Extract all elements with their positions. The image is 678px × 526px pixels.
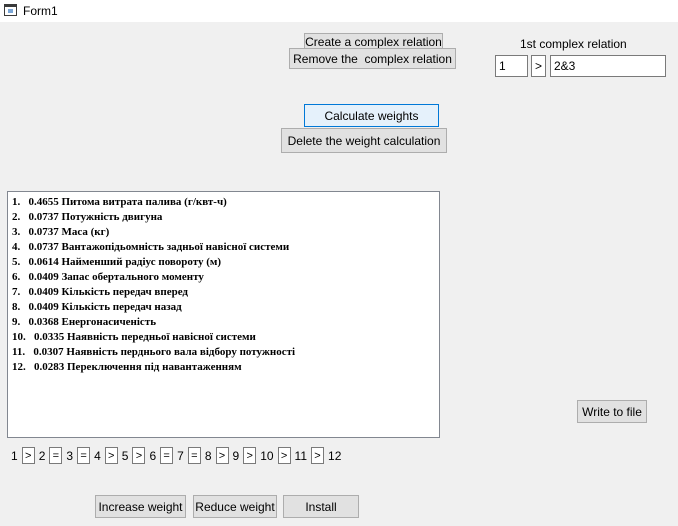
list-item[interactable]: 10. 0.0335 Наявність передньої навісної …: [12, 330, 439, 345]
window-title: Form1: [23, 4, 58, 18]
sequence-number: 4: [94, 448, 101, 463]
reduce-weight-button[interactable]: Reduce weight: [193, 495, 277, 518]
relation-left-input[interactable]: 1: [495, 55, 528, 77]
list-item[interactable]: 4. 0.0737 Вантажопідьомність задньої нав…: [12, 240, 439, 255]
sequence-operator-field[interactable]: >: [104, 447, 118, 464]
list-item[interactable]: 3. 0.0737 Маса (кг): [12, 225, 439, 240]
sequence-number: 3: [66, 448, 74, 463]
criteria-order-sequence: 1 > 2 = 3 = 4 > 5 > 6 = 7 = 8 > 9 > 10 >…: [8, 446, 344, 465]
list-item[interactable]: 12. 0.0283 Переключення під навантаження…: [12, 360, 439, 375]
sequence-number: 8: [204, 448, 212, 463]
list-item[interactable]: 9. 0.0368 Енергонасиченість: [12, 315, 439, 330]
sequence-number: 12: [328, 448, 342, 463]
list-item[interactable]: 7. 0.0409 Кількість передач вперед: [12, 285, 439, 300]
sequence-number: 10: [260, 448, 274, 463]
sequence-operator-field[interactable]: >: [243, 447, 257, 464]
sequence-number: 2: [38, 448, 46, 463]
list-item[interactable]: 2. 0.0737 Потужність двигуна: [12, 210, 439, 225]
write-to-file-button[interactable]: Write to file: [577, 400, 647, 423]
list-item[interactable]: 5. 0.0614 Найменший радіус повороту (м): [12, 255, 439, 270]
weights-result-list[interactable]: 1. 0.4655 Питома витрата палива (г/квт-ч…: [7, 191, 440, 438]
relation-operator-input[interactable]: >: [531, 55, 546, 77]
title-bar: Form1: [0, 0, 678, 22]
sequence-operator-field[interactable]: >: [132, 447, 146, 464]
sequence-number: 1: [11, 448, 18, 463]
sequence-number: 11: [294, 448, 308, 463]
list-item[interactable]: 1. 0.4655 Питома витрата палива (г/квт-ч…: [12, 195, 439, 210]
sequence-operator-field[interactable]: >: [215, 447, 229, 464]
sequence-operator-field[interactable]: =: [77, 447, 91, 464]
list-item[interactable]: 6. 0.0409 Запас обертального моменту: [12, 270, 439, 285]
calculate-weights-button[interactable]: Calculate weights: [304, 104, 439, 127]
delete-weight-calculation-button[interactable]: Delete the weight calculation: [281, 128, 447, 153]
relation-right-input[interactable]: 2&3: [550, 55, 666, 77]
list-item[interactable]: 8. 0.0409 Кількість передач назад: [12, 300, 439, 315]
sequence-number: 7: [177, 448, 184, 463]
sequence-operator-field[interactable]: >: [21, 447, 35, 464]
increase-weight-button[interactable]: Increase weight: [95, 495, 186, 518]
sequence-number: 9: [232, 448, 240, 463]
remove-relation-button[interactable]: Remove the complex relation: [289, 48, 456, 69]
sequence-number: 5: [121, 448, 129, 463]
relation-label: 1st complex relation: [520, 37, 627, 51]
sequence-operator-field[interactable]: >: [277, 447, 291, 464]
sequence-operator-field[interactable]: >: [311, 447, 325, 464]
list-item[interactable]: 11. 0.0307 Наявність перднього вала відб…: [12, 345, 439, 360]
sequence-operator-field[interactable]: =: [49, 447, 63, 464]
window-app-icon: [4, 4, 17, 16]
sequence-operator-field[interactable]: =: [187, 447, 201, 464]
sequence-operator-field[interactable]: =: [160, 447, 174, 464]
sequence-number: 6: [149, 448, 157, 463]
install-button[interactable]: Install: [283, 495, 359, 518]
